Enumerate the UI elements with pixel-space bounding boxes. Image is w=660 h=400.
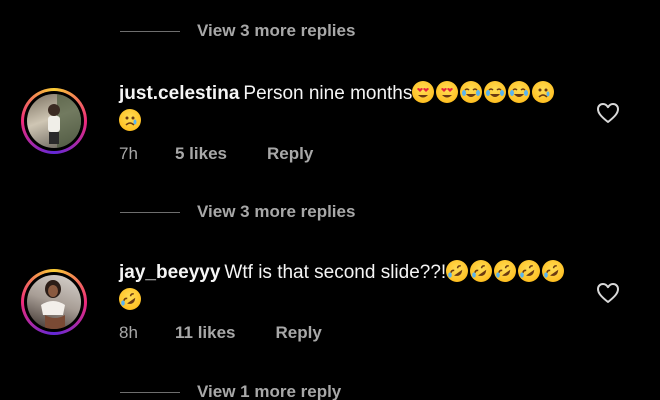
- comment-text: Person nine months: [243, 83, 413, 104]
- rofl-emoji: [470, 260, 493, 282]
- view-replies-label: View 1 more reply: [197, 382, 342, 400]
- avatar-story-ring[interactable]: [21, 269, 87, 335]
- heart-eyes-emoji: [436, 81, 459, 103]
- rofl-emoji: [119, 288, 141, 310]
- sad-emoji: [119, 109, 141, 131]
- comment-body: just.celestina Person nine months: [119, 80, 579, 136]
- comment-username[interactable]: jay_beeyyy: [119, 262, 220, 283]
- comment-likes-count[interactable]: 11 likes: [175, 323, 236, 343]
- rofl-emoji: [446, 260, 469, 282]
- rofl-emoji: [518, 260, 541, 282]
- view-more-replies-link[interactable]: View 3 more replies: [120, 200, 355, 224]
- rofl-emoji: [494, 260, 517, 282]
- heart-eyes-emoji: [412, 81, 435, 103]
- comment-meta: 7h 5 likes Reply: [119, 144, 313, 164]
- avatar: [27, 94, 81, 148]
- sad-emoji: [532, 81, 555, 103]
- view-more-replies-link[interactable]: View 1 more reply: [120, 380, 341, 400]
- comment-likes-count[interactable]: 5 likes: [175, 144, 227, 164]
- joy-emoji: [460, 81, 483, 103]
- comment-timestamp: 7h: [119, 144, 138, 163]
- like-heart-icon[interactable]: [596, 282, 620, 304]
- comments-thread: View 3 more replies just.celestina Person…: [0, 0, 660, 400]
- avatar-story-ring[interactable]: [21, 88, 87, 154]
- joy-emoji: [484, 81, 507, 103]
- replies-divider-line: [120, 391, 180, 393]
- view-replies-label: View 3 more replies: [197, 21, 356, 40]
- comment-timestamp: 8h: [119, 323, 138, 342]
- avatar: [27, 275, 81, 329]
- rofl-emoji: [542, 260, 565, 282]
- comment-meta: 8h 11 likes Reply: [119, 323, 322, 343]
- reply-button[interactable]: Reply: [276, 323, 322, 343]
- view-replies-label: View 3 more replies: [197, 202, 356, 221]
- like-heart-icon[interactable]: [596, 102, 620, 124]
- comment-username[interactable]: just.celestina: [119, 83, 239, 104]
- comment-body: jay_beeyyy Wtf is that second slide??!: [119, 259, 579, 315]
- view-more-replies-link[interactable]: View 3 more replies: [120, 19, 355, 43]
- reply-button[interactable]: Reply: [267, 144, 313, 164]
- replies-divider-line: [120, 30, 180, 32]
- joy-emoji: [508, 81, 531, 103]
- comment-text: Wtf is that second slide??!: [224, 262, 447, 283]
- replies-divider-line: [120, 211, 180, 213]
